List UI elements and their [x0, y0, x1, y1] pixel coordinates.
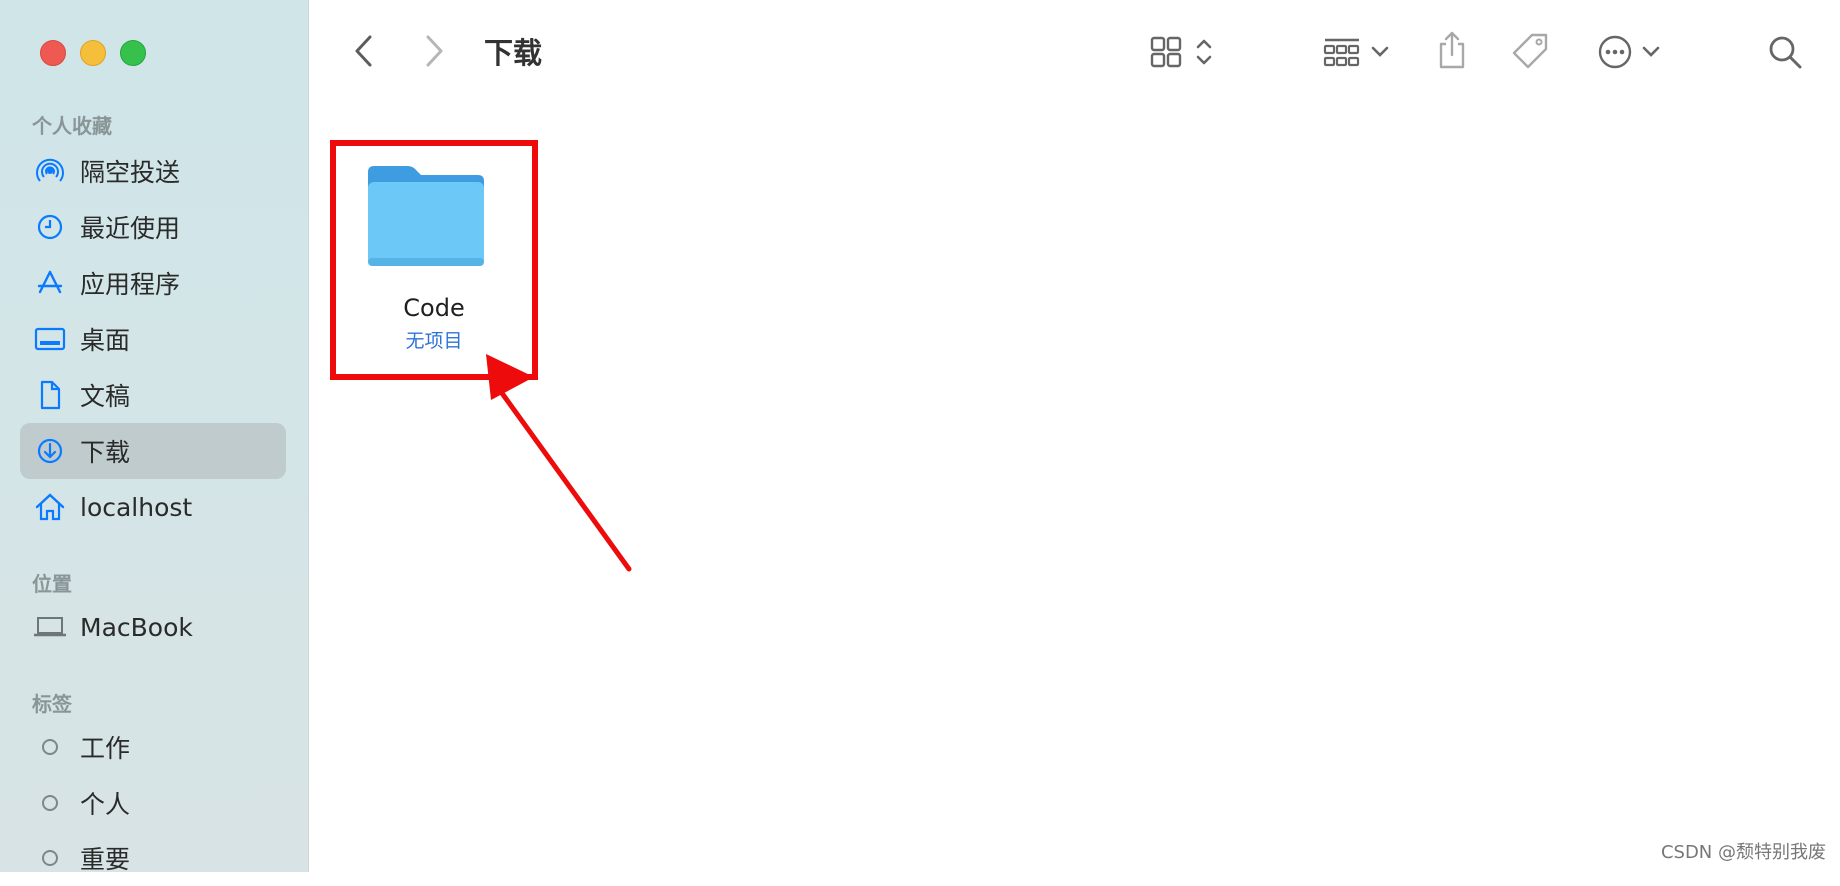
- home-icon: [20, 479, 80, 535]
- minimize-window-button[interactable]: [80, 40, 106, 66]
- sidebar-item-tag-important[interactable]: 重要: [20, 830, 286, 886]
- chevron-updown-icon: [1196, 39, 1212, 65]
- airdrop-icon: [20, 143, 80, 199]
- sidebar: 个人收藏 隔空投送 最近使用 应用程序 桌面 文稿 下载 localhost 位…: [0, 0, 309, 874]
- more-icon: [1598, 35, 1632, 69]
- tag-button[interactable]: [1508, 28, 1552, 74]
- group-button[interactable]: [1318, 30, 1394, 74]
- share-icon: [1439, 31, 1465, 69]
- sidebar-section-favorites: 个人收藏: [32, 114, 112, 138]
- search-icon: [1769, 36, 1802, 69]
- sidebar-item-desktop[interactable]: 桌面: [20, 311, 286, 367]
- sidebar-item-label: 下载: [80, 438, 131, 467]
- app-store-icon: [20, 255, 80, 311]
- tag-icon: [1512, 33, 1548, 69]
- forward-button[interactable]: [416, 28, 452, 74]
- back-button[interactable]: [346, 28, 382, 74]
- sidebar-item-label: MacBook: [80, 612, 193, 642]
- search-button[interactable]: [1764, 30, 1806, 74]
- annotation-arrow: [486, 354, 632, 572]
- sidebar-item-label: 工作: [80, 734, 131, 763]
- tag-circle-icon: [20, 830, 80, 886]
- back-icon: [355, 35, 372, 67]
- sidebar-item-label: 个人: [80, 790, 131, 819]
- window-title: 下载: [484, 36, 543, 70]
- tag-circle-icon: [20, 719, 80, 775]
- finder-window: 个人收藏 隔空投送 最近使用 应用程序 桌面 文稿 下载 localhost 位…: [0, 0, 1840, 874]
- watermark-text: CSDN @颓特别我废: [1660, 842, 1826, 863]
- download-icon: [20, 423, 80, 479]
- tag-circle-icon: [20, 775, 80, 831]
- sidebar-item-label: 应用程序: [80, 270, 181, 299]
- share-button[interactable]: [1432, 26, 1472, 74]
- sidebar-item-recents[interactable]: 最近使用: [20, 199, 286, 255]
- sidebar-item-tag-work[interactable]: 工作: [20, 719, 286, 775]
- sidebar-item-applications[interactable]: 应用程序: [20, 255, 286, 311]
- chevron-down-icon: [1371, 46, 1389, 57]
- chevron-down-icon: [1642, 46, 1660, 57]
- sidebar-section-tags: 标签: [32, 692, 72, 716]
- clock-icon: [20, 199, 80, 255]
- document-icon: [20, 367, 80, 423]
- sidebar-item-tag-personal[interactable]: 个人: [20, 775, 286, 831]
- view-mode-button[interactable]: [1142, 30, 1222, 74]
- desktop-icon: [20, 311, 80, 367]
- sidebar-item-label: 文稿: [80, 382, 131, 411]
- sidebar-item-macbook[interactable]: MacBook: [20, 599, 286, 655]
- sidebar-item-label: 最近使用: [80, 214, 181, 243]
- grid-view-icon: [1150, 36, 1182, 68]
- sidebar-section-locations: 位置: [32, 572, 72, 596]
- more-actions-button[interactable]: [1592, 30, 1666, 74]
- sidebar-item-label: 隔空投送: [80, 158, 181, 187]
- zoom-window-button[interactable]: [120, 40, 146, 66]
- sidebar-item-airdrop[interactable]: 隔空投送: [20, 143, 286, 199]
- sidebar-item-label: localhost: [80, 492, 193, 522]
- sidebar-item-label: 桌面: [80, 326, 131, 355]
- group-icon: [1323, 38, 1360, 67]
- sidebar-item-label: 重要: [80, 845, 131, 874]
- sidebar-item-home[interactable]: localhost: [20, 479, 286, 535]
- forward-icon: [426, 35, 443, 67]
- sidebar-item-documents[interactable]: 文稿: [20, 367, 286, 423]
- sidebar-item-downloads[interactable]: 下载: [20, 423, 286, 479]
- close-window-button[interactable]: [40, 40, 66, 66]
- laptop-icon: [20, 599, 80, 655]
